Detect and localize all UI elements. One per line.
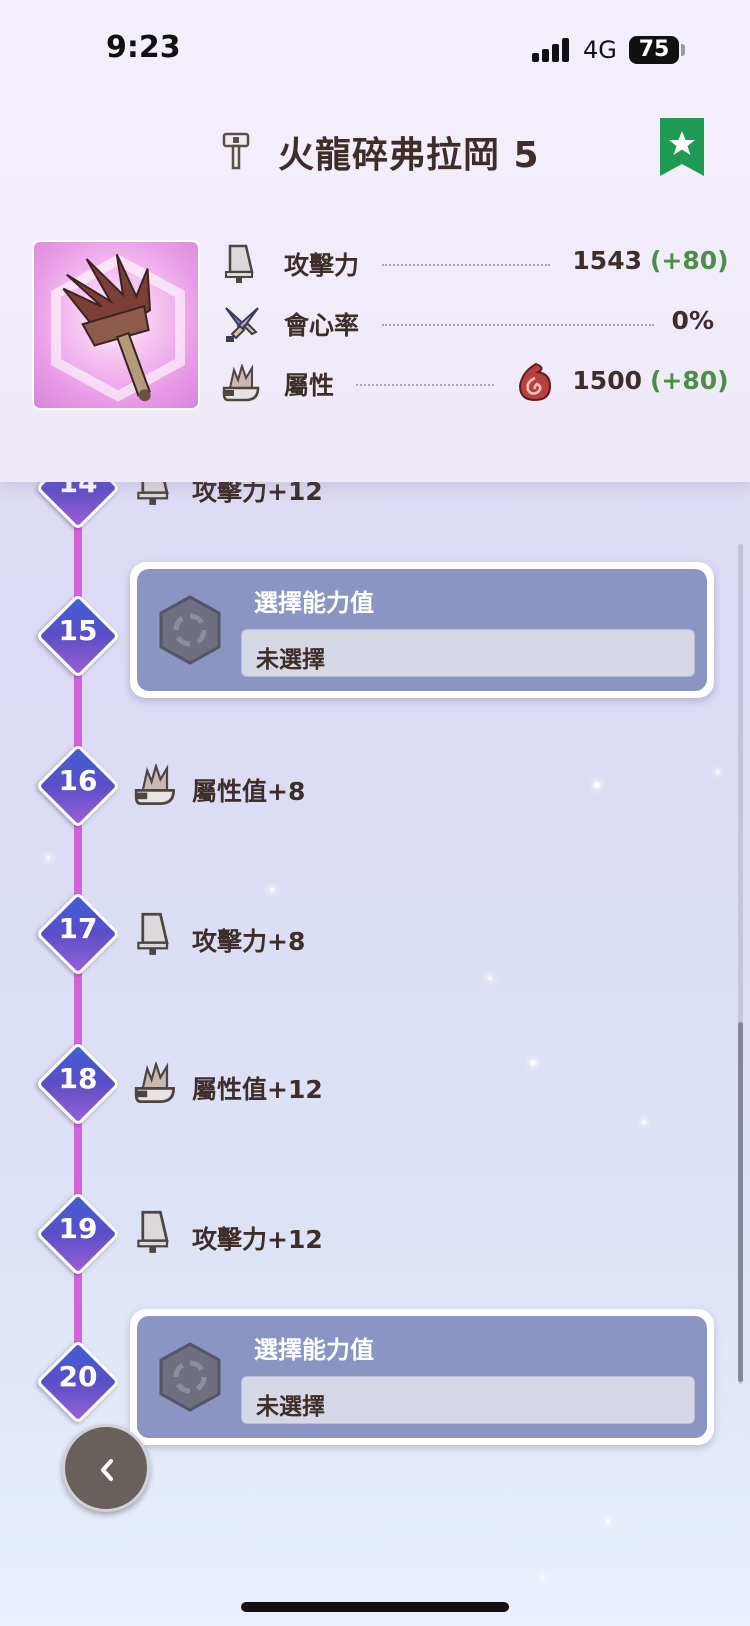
stat-value-critical: 0% [671,306,714,335]
level-reward-text: 攻擊力+8 [192,927,306,956]
battery-cap-icon [681,44,685,56]
fire-element-icon [518,362,552,402]
element-claw-icon [134,1062,175,1103]
crossed-blades-icon [225,307,259,342]
battery-level: 75 [629,36,679,64]
dotted-divider [356,384,494,386]
ability-select-field[interactable]: 未選擇 [241,629,695,677]
status-bar: 9:23 4G 75 [0,0,750,100]
stat-row-attack: 攻擊力 1543 (+80) [222,242,729,286]
back-button[interactable] [62,1424,150,1512]
level-node-16: 16 [35,743,121,829]
background-sparkle [540,1576,544,1580]
ability-choice-card-20[interactable]: 選擇能力值 未選擇 [130,1309,714,1445]
level-reward-text: 攻擊力+12 [192,1225,323,1254]
stat-label-element: 屬性 [284,371,335,400]
choice-title: 選擇能力值 [254,589,374,617]
level-node-17: 17 [35,891,121,977]
dotted-divider [382,264,550,266]
background-sparkle [530,1060,536,1066]
background-sparkle [716,770,720,774]
status-time: 9:23 [106,30,181,65]
star-bookmark-icon[interactable] [660,118,704,176]
level-number: 15 [58,614,98,647]
network-type: 4G [583,36,617,64]
level-node-15: 15 [35,593,121,679]
stat-value-element: 1500 [572,366,642,395]
sword-icon [225,244,254,283]
chevron-left-icon [101,1459,113,1481]
weapon-header: 9:23 4G 75 火龍碎弗拉岡 5 攻擊力 1543 (+80) 會心率 0… [0,0,750,482]
stat-row-critical: 會心率 0% [222,302,717,346]
sword-icon [137,912,169,955]
title-row: 火龍碎弗拉岡 5 [0,120,750,180]
level-reward-text: 屬性值+12 [192,1075,323,1104]
level-number: 18 [58,1062,98,1095]
selected-ability-value: 未選擇 [256,1394,325,1420]
level-number: 17 [58,912,98,945]
ability-select-field[interactable]: 未選擇 [241,1376,695,1424]
page-title: 火龍碎弗拉岡 5 [278,135,540,176]
level-number: 16 [58,764,98,797]
element-claw-icon [134,764,175,805]
stat-bonus-element: (+80) [650,366,729,395]
level-number: 20 [58,1360,98,1393]
level-reward-text: 屬性值+8 [192,777,306,806]
level-node-20: 20 [35,1339,121,1425]
background-sparkle [270,888,274,892]
level-node-18: 18 [35,1041,121,1127]
stat-row-element: 屬性 1500 (+80) [222,362,729,406]
stat-value-attack: 1543 [572,246,642,275]
hexagon-skill-icon [159,1342,221,1412]
level-node-19: 19 [35,1191,121,1277]
home-indicator[interactable] [241,1602,509,1612]
hammer-icon [222,132,250,170]
background-sparkle [606,1520,610,1524]
stat-bonus-attack: (+80) [650,246,729,275]
sword-icon [137,1210,169,1253]
ability-choice-card-15[interactable]: 選擇能力值 未選擇 [130,562,714,698]
dotted-divider [382,324,654,326]
stat-label-critical: 會心率 [284,311,360,340]
cellular-signal-icon [532,38,572,62]
element-claw-icon [222,364,260,402]
selected-ability-value: 未選擇 [256,647,325,673]
stat-label-attack: 攻擊力 [284,251,360,280]
background-sparkle [642,1120,646,1124]
scrollbar-thumb[interactable] [738,1022,743,1382]
choice-title: 選擇能力值 [254,1336,374,1364]
background-sparkle [594,782,600,788]
hexagon-skill-icon [159,595,221,665]
background-sparkle [46,856,50,860]
weapon-image [32,240,200,410]
level-number: 19 [58,1212,98,1245]
background-sparkle [488,976,492,980]
